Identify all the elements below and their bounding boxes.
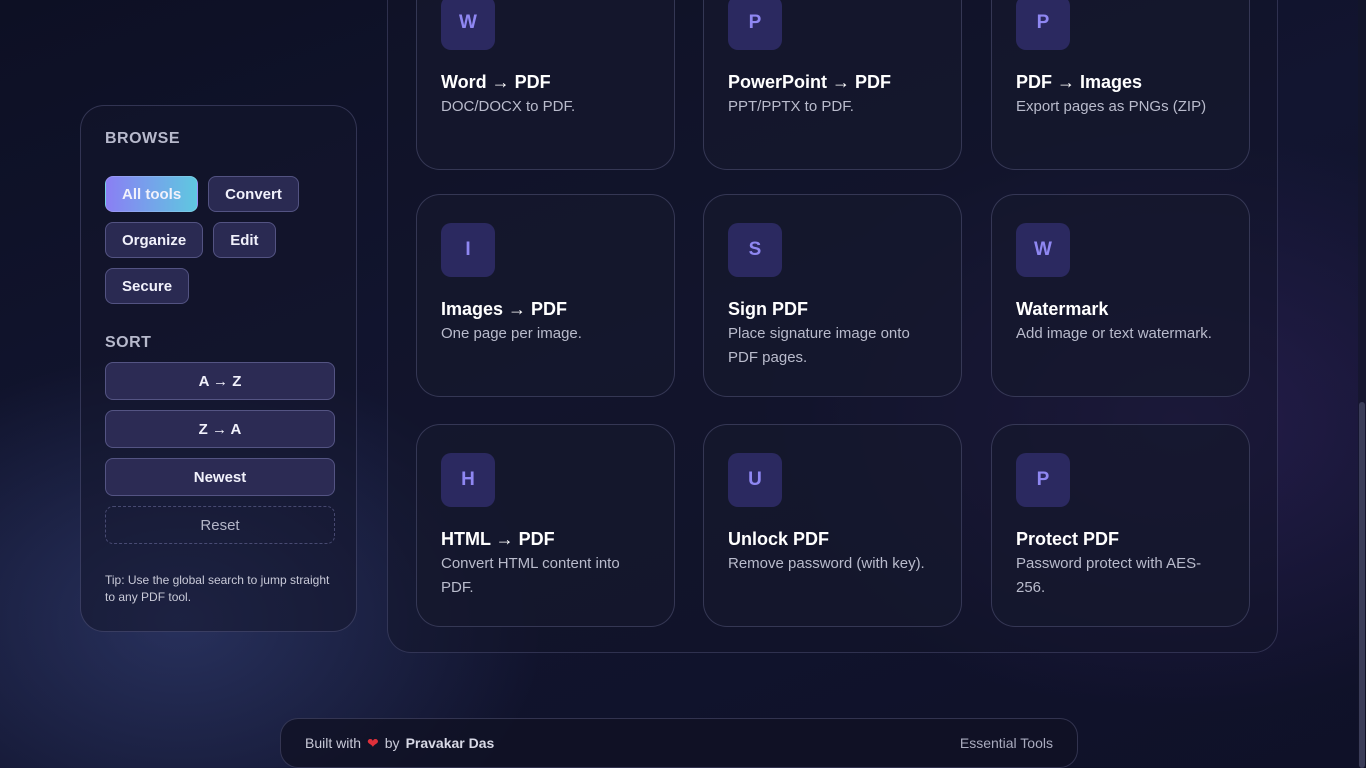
sort-title: SORT — [105, 334, 152, 351]
tool-icon: U — [728, 453, 782, 507]
tool-icon: P — [728, 0, 782, 50]
scrollbar-thumb[interactable] — [1359, 402, 1365, 768]
tool-description: DOC/DOCX to PDF. — [441, 98, 576, 115]
tip-text: Tip: Use the global search to jump strai… — [105, 573, 330, 604]
tool-title: Watermark — [1016, 299, 1109, 319]
built-with-text: Built with — [305, 735, 362, 751]
tool-description: Password protect with AES-256. — [1016, 555, 1202, 596]
tool-title: HTML → PDF — [441, 529, 555, 549]
sidebar: BROWSE All tools Convert Organize Edit S… — [80, 105, 357, 632]
tool-title: Protect PDF — [1016, 529, 1120, 549]
tools-panel: W Word → PDF DOC/DOCX to PDF. P PowerPoi… — [387, 0, 1278, 653]
tool-description: One page per image. — [441, 325, 582, 342]
tool-card-pdf-to-images[interactable]: P PDF → Images Export pages as PNGs (ZIP… — [991, 0, 1250, 170]
tool-title: Images → PDF — [441, 299, 568, 319]
filter-chips: All tools Convert Organize Edit Secure — [105, 176, 335, 304]
tool-icon: P — [1016, 453, 1070, 507]
tool-description: Place signature image onto PDF pages. — [728, 325, 910, 366]
tool-title: PDF → Images — [1016, 72, 1143, 92]
tool-icon: I — [441, 223, 495, 277]
tool-icon: W — [441, 0, 495, 50]
by-text: by — [384, 735, 400, 751]
tool-card-word-to-pdf[interactable]: W Word → PDF DOC/DOCX to PDF. — [416, 0, 675, 170]
tool-description: Convert HTML content into PDF. — [441, 555, 620, 596]
filter-convert[interactable]: Convert — [208, 176, 299, 212]
filter-edit[interactable]: Edit — [213, 222, 276, 258]
author-name: Pravakar Das — [405, 735, 495, 751]
browse-title: BROWSE — [105, 130, 180, 147]
heart-icon: ❤ — [367, 734, 379, 751]
sort-newest-button[interactable]: Newest — [105, 458, 335, 496]
tool-title: PowerPoint → PDF — [728, 72, 892, 92]
footer: Built with ❤ by Pravakar Das Essential T… — [280, 718, 1078, 768]
footer-tagline: Essential Tools — [959, 735, 1053, 751]
tool-card-sign-pdf[interactable]: S Sign PDF Place signature image onto PD… — [703, 194, 962, 397]
tool-icon: H — [441, 453, 495, 507]
tool-description: PPT/PPTX to PDF. — [728, 98, 854, 115]
tool-title: Sign PDF — [728, 299, 808, 319]
filter-all-tools[interactable]: All tools — [105, 176, 199, 212]
footer-credit: Built with ❤ by Pravakar Das — [305, 735, 494, 752]
tool-card-watermark[interactable]: W Watermark Add image or text watermark. — [991, 194, 1250, 397]
filter-secure[interactable]: Secure — [105, 268, 190, 304]
tool-card-powerpoint-to-pdf[interactable]: P PowerPoint → PDF PPT/PPTX to PDF. — [703, 0, 962, 170]
sort-az-button[interactable]: A → Z — [105, 362, 335, 400]
tool-title: Unlock PDF — [728, 529, 830, 549]
tool-card-html-to-pdf[interactable]: H HTML → PDF Convert HTML content into P… — [416, 424, 675, 627]
tool-card-images-to-pdf[interactable]: I Images → PDF One page per image. — [416, 194, 675, 397]
tool-card-protect-pdf[interactable]: P Protect PDF Password protect with AES-… — [991, 424, 1250, 627]
tool-icon: W — [1016, 223, 1070, 277]
reset-button[interactable]: Reset — [105, 506, 335, 544]
sort-za-button[interactable]: Z → A — [105, 410, 335, 448]
tool-icon: P — [1016, 0, 1070, 50]
filter-organize[interactable]: Organize — [105, 222, 204, 258]
page-scrollbar[interactable] — [1358, 0, 1366, 768]
tool-description: Remove password (with key). — [728, 555, 925, 572]
tool-description: Export pages as PNGs (ZIP) — [1016, 98, 1207, 115]
tool-icon: S — [728, 223, 782, 277]
tool-title: Word → PDF — [441, 72, 551, 92]
tool-card-unlock-pdf[interactable]: U Unlock PDF Remove password (with key). — [703, 424, 962, 627]
tool-description: Add image or text watermark. — [1016, 325, 1212, 342]
